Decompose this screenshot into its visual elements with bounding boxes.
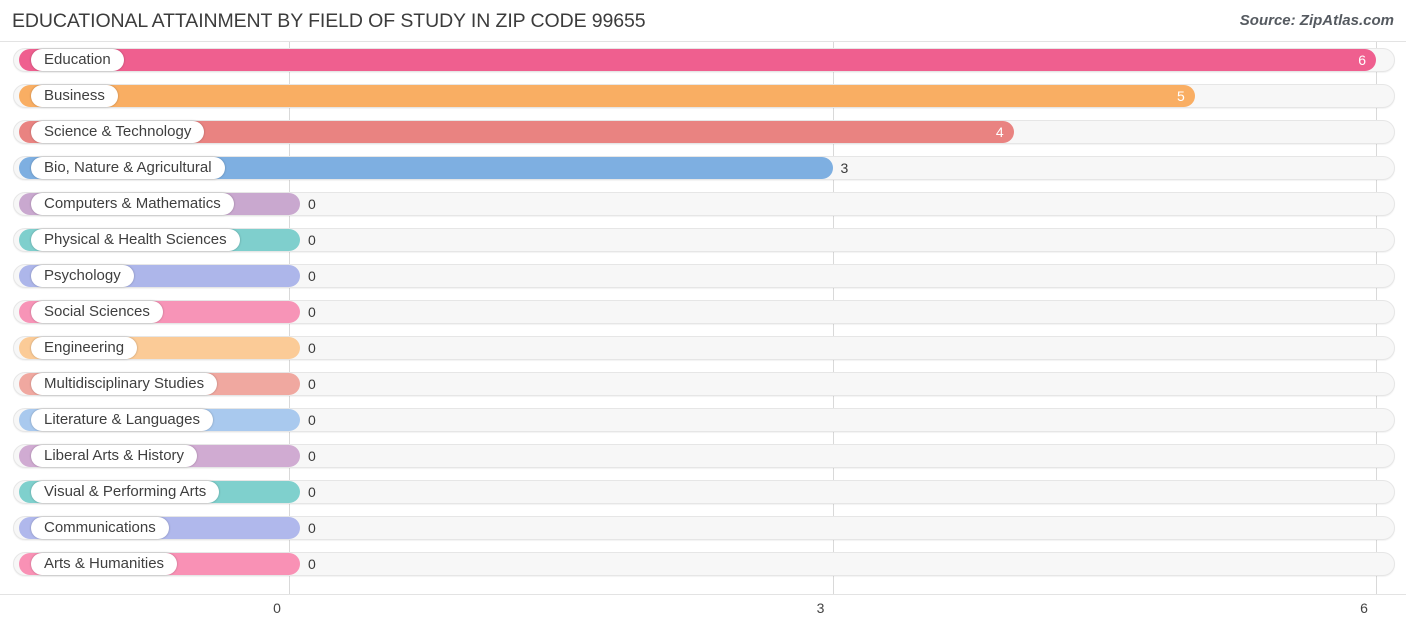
category-label[interactable]: Multidisciplinary Studies bbox=[31, 373, 218, 395]
bar-row[interactable]: 0 Communications bbox=[0, 510, 1406, 546]
bar-row[interactable]: 0 Liberal Arts & History bbox=[0, 438, 1406, 474]
axis-divider bbox=[0, 594, 1406, 595]
category-label[interactable]: Arts & Humanities bbox=[31, 553, 178, 575]
x-axis: 0 3 6 bbox=[0, 594, 1406, 631]
source-attribution: Source: ZipAtlas.com bbox=[1239, 12, 1394, 29]
value-bar[interactable] bbox=[19, 49, 1376, 71]
chart-plot-area: 6 Education 5 Business 4 Science & Technology… bbox=[0, 42, 1406, 594]
bar-row[interactable]: 0 Arts & Humanities bbox=[0, 546, 1406, 582]
bar-row[interactable]: 0 Engineering bbox=[0, 330, 1406, 366]
category-label[interactable]: Liberal Arts & History bbox=[31, 445, 198, 467]
category-label[interactable]: Education bbox=[31, 49, 124, 71]
category-label[interactable]: Science & Technology bbox=[31, 121, 205, 143]
bar-row[interactable]: 0 Social Sciences bbox=[0, 294, 1406, 330]
bar-value-label: 0 bbox=[308, 484, 316, 500]
bar-value-label: 0 bbox=[308, 196, 316, 212]
chart-header: EDUCATIONAL ATTAINMENT BY FIELD OF STUDY… bbox=[0, 0, 1406, 41]
category-label[interactable]: Engineering bbox=[31, 337, 138, 359]
bar-value-label: 0 bbox=[308, 376, 316, 392]
bar-row[interactable]: 4 Science & Technology bbox=[0, 114, 1406, 150]
x-tick-label: 3 bbox=[816, 600, 825, 616]
bar-row[interactable]: 6 Education bbox=[0, 42, 1406, 78]
bar-row[interactable]: 0 Psychology bbox=[0, 258, 1406, 294]
bar-value-label: 0 bbox=[308, 556, 316, 572]
bar-value-label: 3 bbox=[840, 160, 849, 176]
category-label[interactable]: Literature & Languages bbox=[31, 409, 213, 431]
category-label[interactable]: Communications bbox=[31, 517, 169, 539]
bar-value-label: 4 bbox=[995, 124, 1004, 140]
bar-value-label: 0 bbox=[308, 304, 316, 320]
bar-row[interactable]: 0 Literature & Languages bbox=[0, 402, 1406, 438]
bar-value-label: 6 bbox=[1358, 52, 1366, 68]
bar-row[interactable]: 5 Business bbox=[0, 78, 1406, 114]
bar-row[interactable]: 0 Computers & Mathematics bbox=[0, 186, 1406, 222]
category-label[interactable]: Visual & Performing Arts bbox=[31, 481, 220, 503]
category-label[interactable]: Bio, Nature & Agricultural bbox=[31, 157, 225, 179]
bar-value-label: 0 bbox=[308, 448, 316, 464]
bar-row[interactable]: 0 Physical & Health Sciences bbox=[0, 222, 1406, 258]
category-label[interactable]: Computers & Mathematics bbox=[31, 193, 234, 215]
category-label[interactable]: Physical & Health Sciences bbox=[31, 229, 240, 251]
category-label[interactable]: Social Sciences bbox=[31, 301, 163, 323]
bar-value-label: 0 bbox=[308, 520, 316, 536]
bar-rows: 6 Education 5 Business 4 Science & Technology… bbox=[0, 42, 1406, 582]
category-label[interactable]: Business bbox=[31, 85, 118, 107]
x-tick-label: 6 bbox=[1360, 600, 1368, 616]
value-bar[interactable] bbox=[19, 85, 1195, 107]
x-tick-label: 0 bbox=[273, 600, 281, 616]
bar-row[interactable]: 0 Visual & Performing Arts bbox=[0, 474, 1406, 510]
category-label[interactable]: Psychology bbox=[31, 265, 134, 287]
bar-value-label: 0 bbox=[308, 232, 316, 248]
bar-value-label: 5 bbox=[1177, 88, 1185, 104]
page-title: EDUCATIONAL ATTAINMENT BY FIELD OF STUDY… bbox=[12, 10, 646, 32]
bar-value-label: 0 bbox=[308, 412, 316, 428]
bar-value-label: 0 bbox=[308, 268, 316, 284]
bar-row[interactable]: 3 Bio, Nature & Agricultural bbox=[0, 150, 1406, 186]
bar-value-label: 0 bbox=[308, 340, 316, 356]
bar-row[interactable]: 0 Multidisciplinary Studies bbox=[0, 366, 1406, 402]
